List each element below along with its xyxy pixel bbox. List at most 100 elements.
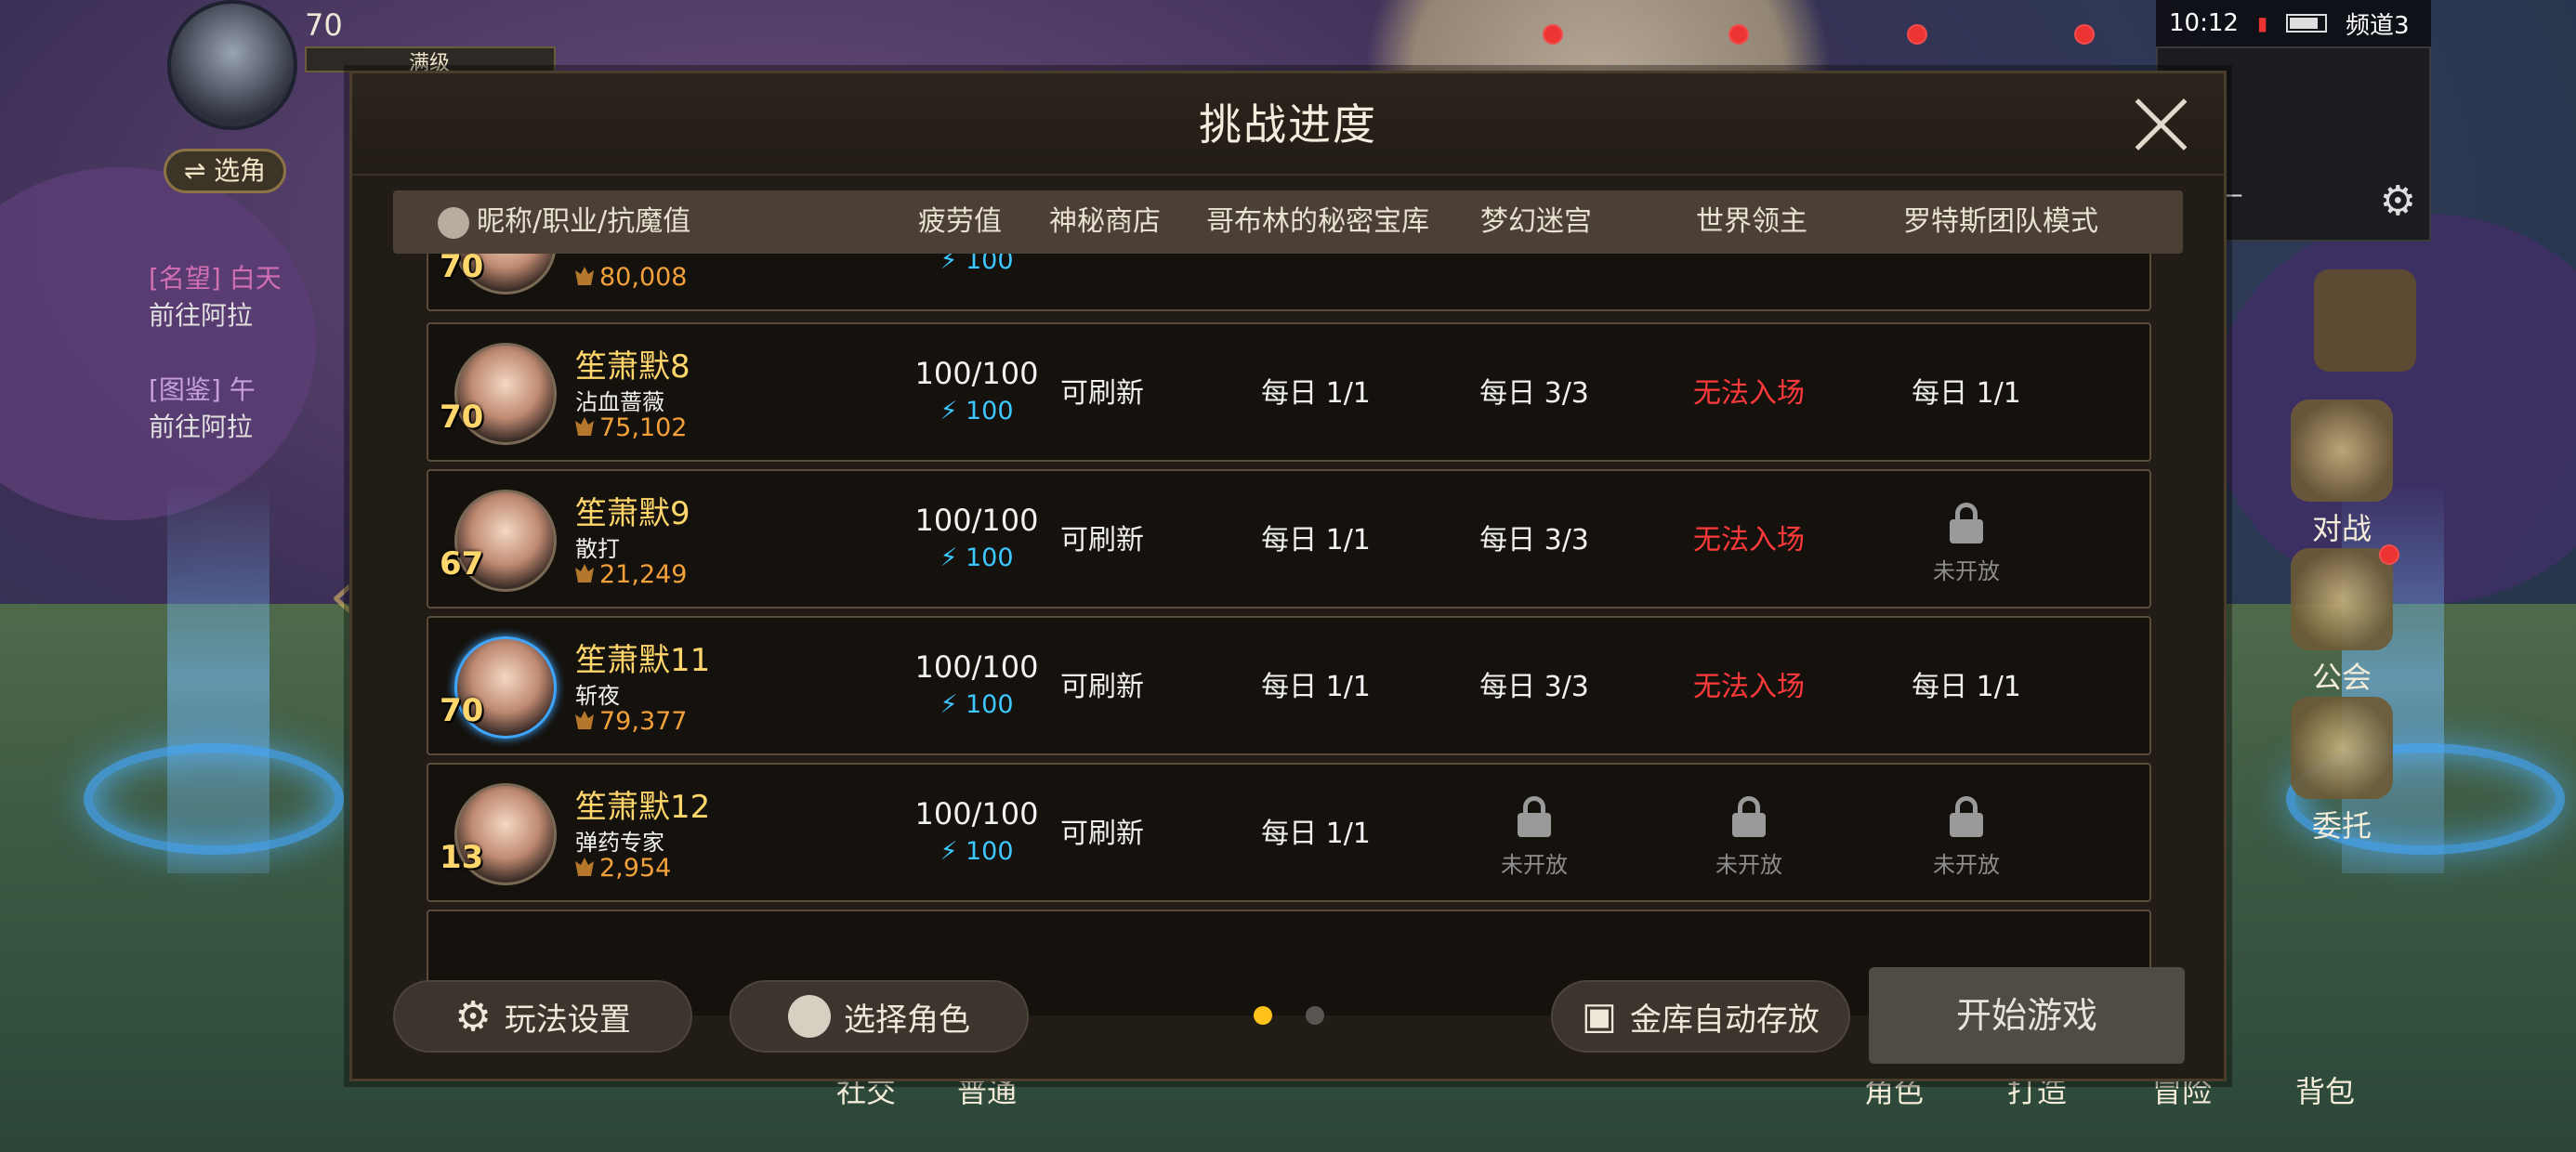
notification-dot (2074, 24, 2095, 45)
character-power: 75,102 (575, 413, 687, 442)
shop-status: 可刷新 (1060, 524, 1144, 556)
lotus-locked: 未开放 (1860, 796, 2073, 879)
character-name: 笙萧默11 (575, 642, 711, 679)
character-level: 70 (440, 692, 484, 729)
table-row[interactable]: 13 笙萧默12 弹药专家 2,954 100/100 ⚡ 100 可刷新 每日… (427, 763, 2151, 902)
character-level: 70 (440, 399, 484, 436)
play-settings-label: 玩法设置 (504, 1001, 631, 1039)
quest-desc: 前往阿拉 (149, 412, 254, 442)
boss-status: 无法入场 (1693, 671, 1805, 703)
play-settings-button[interactable]: ⚙ 玩法设置 (393, 980, 692, 1053)
character-power: 80,008 (575, 263, 687, 292)
table-row[interactable]: 70 笙萧默11 斩夜 79,377 100/100 ⚡ 100 可刷新 每日 … (427, 616, 2151, 755)
power-icon (575, 417, 594, 436)
boss-locked: 未开放 (1642, 796, 1856, 879)
power-icon (575, 711, 594, 729)
boss-status: 无法入场 (1693, 377, 1805, 410)
page-indicator[interactable] (1306, 1006, 1324, 1025)
fatigue-sub: ⚡ 100 (940, 254, 1014, 275)
character-name: 笙萧默8 (575, 348, 690, 386)
character-name: 笙萧默9 (575, 495, 690, 532)
side-menu-guild[interactable]: 公会 (2267, 548, 2416, 697)
player-level: 70 (305, 7, 343, 43)
guild-icon (2291, 548, 2393, 650)
switch-character-button[interactable]: ⇌ 选角 (164, 149, 286, 193)
battery-icon (2285, 14, 2327, 33)
character-job: 沾血蔷薇 (575, 389, 664, 415)
page-indicator-active[interactable] (1254, 1006, 1272, 1025)
notification-dot (2379, 544, 2399, 565)
dialog-title: 挑战进度 (352, 73, 2224, 176)
quest-tag: [图鉴] 午 (149, 374, 256, 405)
goblin-status: 每日 1/1 (1261, 377, 1371, 410)
goblin-status: 每日 1/1 (1261, 671, 1371, 703)
mask-icon (438, 207, 469, 239)
shop-status: 可刷新 (1060, 818, 1144, 850)
close-icon[interactable] (2131, 94, 2192, 155)
gear-icon[interactable]: ⚙ (2380, 177, 2416, 225)
header-name-label: 昵称/职业/抗魔值 (477, 205, 691, 238)
gear-icon: ⚙ (454, 992, 492, 1041)
header-lotus: 罗特斯团队模式 (1903, 205, 2098, 238)
bottom-menu-bag[interactable]: 背包 (2295, 1068, 2355, 1111)
shop-status: 可刷新 (1060, 671, 1144, 703)
signal-icon: ▮ (2256, 12, 2267, 34)
device-status-bar: 10:12 ▮ 频道3 (2156, 0, 2431, 46)
quest-item[interactable]: [图鉴] 午 前往阿拉 (149, 372, 372, 446)
character-level: 70 (440, 254, 484, 285)
power-icon (575, 857, 594, 876)
select-character-label: 选择角色 (844, 1001, 970, 1039)
lock-icon (1518, 796, 1551, 837)
character-power: 2,954 (575, 854, 671, 883)
table-header: 昵称/职业/抗魔值 疲劳值 神秘商店 哥布林的秘密宝库 梦幻迷宫 世界领主 罗特… (393, 190, 2183, 254)
character-power: 79,377 (575, 707, 687, 736)
character-job: 散打 (575, 536, 620, 562)
vault-icon: ▣ (1582, 995, 1617, 1038)
character-job: 弹药专家 (575, 830, 664, 856)
shop-status: 可刷新 (1060, 377, 1144, 410)
goblin-status: 每日 1/1 (1261, 524, 1371, 556)
character-power: 21,249 (575, 560, 687, 589)
notification-dot (1728, 24, 1749, 45)
side-menu-label: 委托 (2311, 808, 2372, 844)
dream-status: 每日 3/3 (1479, 524, 1589, 556)
lotus-status: 每日 1/1 (1912, 671, 2021, 703)
header-name: 昵称/职业/抗魔值 (430, 190, 765, 254)
chest-icon[interactable] (2314, 269, 2416, 372)
side-menu-label: 对战 (2311, 511, 2372, 546)
power-icon (575, 267, 594, 285)
xp-bar: 满级 (305, 46, 556, 75)
start-game-button[interactable]: 开始游戏 (1869, 967, 2185, 1064)
vault-auto-store-label: 金库自动存放 (1629, 1001, 1820, 1039)
notification-dot (1543, 24, 1563, 45)
side-menu-battle[interactable]: 对战 (2267, 399, 2416, 548)
character-list[interactable]: 70 80,008 ⚡ 100 70 笙萧默8 沾血蔷薇 75,102 100/… (427, 254, 2151, 1015)
side-menu-commission[interactable]: 委托 (2267, 697, 2416, 845)
character-job: 斩夜 (575, 683, 620, 709)
battle-icon (2291, 399, 2393, 502)
quest-item[interactable]: [名望] 白天 前往阿拉 (149, 260, 372, 334)
select-character-button[interactable]: 选择角色 (729, 980, 1029, 1053)
side-menu-label: 公会 (2311, 660, 2372, 695)
tree-decoration (0, 167, 316, 520)
dream-status: 每日 3/3 (1479, 377, 1589, 410)
boss-status: 无法入场 (1693, 524, 1805, 556)
quest-desc: 前往阿拉 (149, 300, 254, 331)
power-icon (575, 564, 594, 583)
lotus-locked: 未开放 (1860, 503, 2073, 585)
vault-auto-store-button[interactable]: ▣ 金库自动存放 (1551, 980, 1850, 1053)
table-row[interactable]: 67 笙萧默9 散打 21,249 100/100 ⚡ 100 可刷新 每日 1… (427, 469, 2151, 609)
quest-tag: [名望] 白天 (149, 263, 282, 294)
table-row[interactable]: 70 笙萧默8 沾血蔷薇 75,102 100/100 ⚡ 100 可刷新 每日… (427, 322, 2151, 462)
lotus-status: 每日 1/1 (1912, 377, 2021, 410)
character-icon (788, 995, 831, 1038)
portal-decoration (84, 743, 344, 855)
character-name: 笙萧默12 (575, 789, 711, 826)
goblin-status: 每日 1/1 (1261, 818, 1371, 850)
lock-icon (1950, 503, 1983, 543)
player-avatar[interactable] (167, 0, 297, 130)
table-row[interactable]: 70 80,008 ⚡ 100 (427, 254, 2151, 311)
lock-icon (1950, 796, 1983, 837)
channel-label[interactable]: 频道3 (2346, 7, 2410, 41)
character-level: 13 (440, 839, 484, 876)
